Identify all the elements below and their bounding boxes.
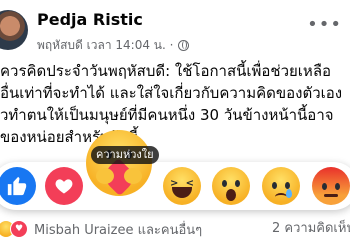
- wow-emoji-icon: [212, 167, 250, 205]
- post-text: ควรคิดประจำวันพฤหัสบดี: ใช้โอกาสนี้เพื่อ…: [0, 60, 350, 148]
- reaction-wow-button[interactable]: [212, 167, 250, 205]
- angry-emoji-icon: [312, 167, 350, 205]
- post-text-line: ควรคิดประจำวันพฤหัสบดี: ใช้โอกาสนี้เพื่อ…: [0, 62, 332, 80]
- post-text-line: วทำตนให้เป็นมนุษย์ที่มีคนหนึ่ง 30 วันข้า…: [0, 106, 334, 124]
- globe-icon: [178, 40, 190, 51]
- thumbs-up-icon: [7, 176, 27, 196]
- heart-icon: [55, 179, 73, 194]
- sad-emoji-icon: [262, 167, 300, 205]
- reaction-love-button[interactable]: [45, 167, 83, 205]
- haha-emoji-icon: > <: [163, 167, 201, 205]
- reactors-link[interactable]: Misbah Uraizee และคนอื่นๆ: [34, 219, 202, 240]
- post-timestamp[interactable]: พฤหัสบดี เวลา 14:04 น. ·: [37, 36, 173, 55]
- reaction-tooltip: ความห่วงใย: [91, 146, 159, 164]
- author-name[interactable]: Pedja Ristic: [37, 10, 143, 29]
- more-options-icon[interactable]: •••: [307, 14, 342, 35]
- reaction-angry-button[interactable]: [312, 167, 350, 205]
- reaction-sad-button[interactable]: [262, 167, 300, 205]
- avatar[interactable]: [0, 10, 28, 50]
- post-meta: พฤหัสบดี เวลา 14:04 น. ·: [37, 36, 190, 55]
- summary-love-icon: ♥: [10, 220, 28, 238]
- reaction-haha-button[interactable]: > <: [163, 167, 201, 205]
- post-text-line: ของหน่อยสำหรับวันนี้: [0, 128, 139, 146]
- comments-count[interactable]: 2 ความคิดเห็น: [272, 218, 350, 240]
- post-text-line: อื่นเท่าที่จะทำได้ และใส่ใจเกี่ยวกับความ…: [0, 84, 343, 102]
